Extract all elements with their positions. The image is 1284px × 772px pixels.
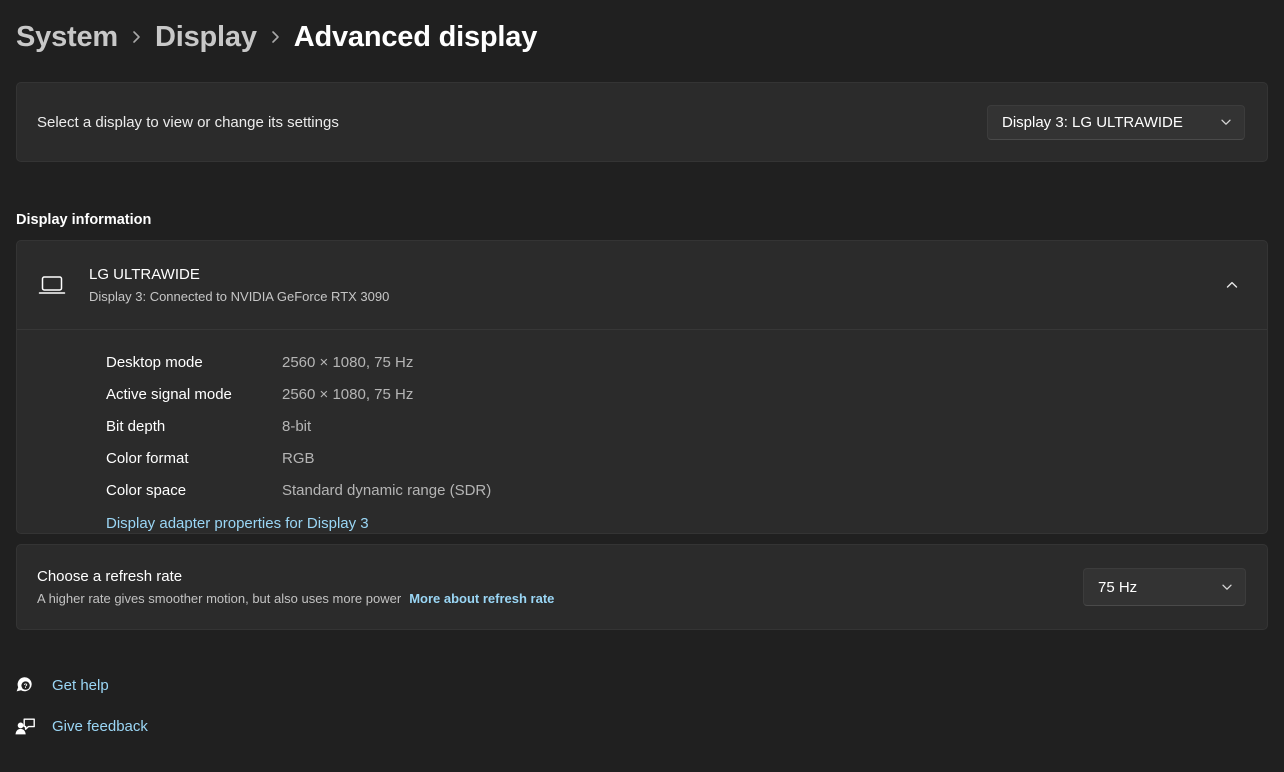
- display-information-card: LG ULTRAWIDE Display 3: Connected to NVI…: [16, 240, 1268, 534]
- info-row-color-format: Color format RGB: [17, 442, 1267, 474]
- display-information-titles: LG ULTRAWIDE Display 3: Connected to NVI…: [89, 265, 1215, 306]
- section-heading-display-information: Display information: [16, 212, 152, 228]
- display-information-header[interactable]: LG ULTRAWIDE Display 3: Connected to NVI…: [17, 241, 1267, 330]
- chevron-down-icon: [1220, 580, 1234, 594]
- breadcrumb-item-advanced-display: Advanced display: [293, 20, 538, 53]
- breadcrumb: System Display Advanced display: [16, 14, 537, 60]
- info-row-color-space: Color space Standard dynamic range (SDR): [17, 474, 1267, 506]
- display-connection-info: Display 3: Connected to NVIDIA GeForce R…: [89, 288, 390, 304]
- refresh-rate-dropdown[interactable]: 75 Hz: [1083, 568, 1246, 606]
- chevron-down-icon: [1219, 115, 1233, 129]
- info-row-desktop-mode: Desktop mode 2560 × 1080, 75 Hz: [17, 346, 1267, 378]
- info-label: Desktop mode: [106, 353, 203, 371]
- display-selector-card: Select a display to view or change its s…: [16, 82, 1268, 162]
- breadcrumb-item-display[interactable]: Display: [155, 21, 257, 54]
- display-selector-dropdown[interactable]: Display 3: LG ULTRAWIDE: [987, 104, 1245, 140]
- get-help-icon: ?: [14, 675, 36, 697]
- display-selector-row: Select a display to view or change its s…: [17, 83, 1267, 161]
- breadcrumb-item-system[interactable]: System: [16, 21, 118, 54]
- display-information-details: Desktop mode 2560 × 1080, 75 Hz Active s…: [17, 330, 1267, 533]
- info-value: 2560 × 1080, 75 Hz: [282, 385, 414, 403]
- refresh-rate-texts: Choose a refresh rate A higher rate give…: [37, 566, 1083, 609]
- refresh-rate-row: Choose a refresh rate A higher rate give…: [17, 545, 1267, 629]
- display-adapter-properties-link[interactable]: Display adapter properties for Display 3: [106, 515, 369, 532]
- give-feedback-icon: [14, 716, 36, 738]
- refresh-rate-value: 75 Hz: [1098, 578, 1138, 596]
- refresh-rate-card: Choose a refresh rate A higher rate give…: [16, 544, 1268, 630]
- refresh-rate-title: Choose a refresh rate: [37, 567, 183, 585]
- chevron-right-icon: [128, 29, 145, 45]
- display-selector-value: Display 3: LG ULTRAWIDE: [1002, 113, 1183, 131]
- more-about-refresh-rate-link[interactable]: More about refresh rate: [409, 591, 554, 606]
- info-value: RGB: [282, 449, 315, 467]
- refresh-rate-description: A higher rate gives smoother motion, but…: [37, 590, 402, 606]
- info-label: Bit depth: [106, 417, 166, 435]
- info-label: Color format: [106, 449, 189, 467]
- display-adapter-properties-row: Display adapter properties for Display 3: [17, 515, 1267, 533]
- info-value: 8-bit: [282, 417, 312, 435]
- info-value: 2560 × 1080, 75 Hz: [282, 353, 414, 371]
- info-value: Standard dynamic range (SDR): [282, 481, 492, 499]
- display-name: LG ULTRAWIDE: [89, 265, 200, 283]
- display-selector-label: Select a display to view or change its s…: [37, 113, 339, 131]
- give-feedback-label: Give feedback: [52, 718, 148, 735]
- footer-links: ? Get help Give feedback: [14, 665, 234, 747]
- info-label: Color space: [106, 481, 187, 499]
- info-row-active-signal-mode: Active signal mode 2560 × 1080, 75 Hz: [17, 378, 1267, 410]
- get-help-link[interactable]: ? Get help: [14, 665, 234, 706]
- advanced-display-settings-page: System Display Advanced display Select a…: [0, 0, 1284, 772]
- chevron-up-icon[interactable]: [1215, 268, 1249, 302]
- give-feedback-link[interactable]: Give feedback: [14, 706, 234, 747]
- svg-text:?: ?: [24, 683, 28, 690]
- refresh-rate-description-row: A higher rate gives smoother motion, but…: [37, 589, 1083, 609]
- info-label: Active signal mode: [106, 385, 232, 403]
- laptop-monitor-icon: [37, 270, 67, 300]
- chevron-right-icon: [267, 29, 284, 45]
- get-help-label: Get help: [52, 677, 109, 694]
- info-row-bit-depth: Bit depth 8-bit: [17, 410, 1267, 442]
